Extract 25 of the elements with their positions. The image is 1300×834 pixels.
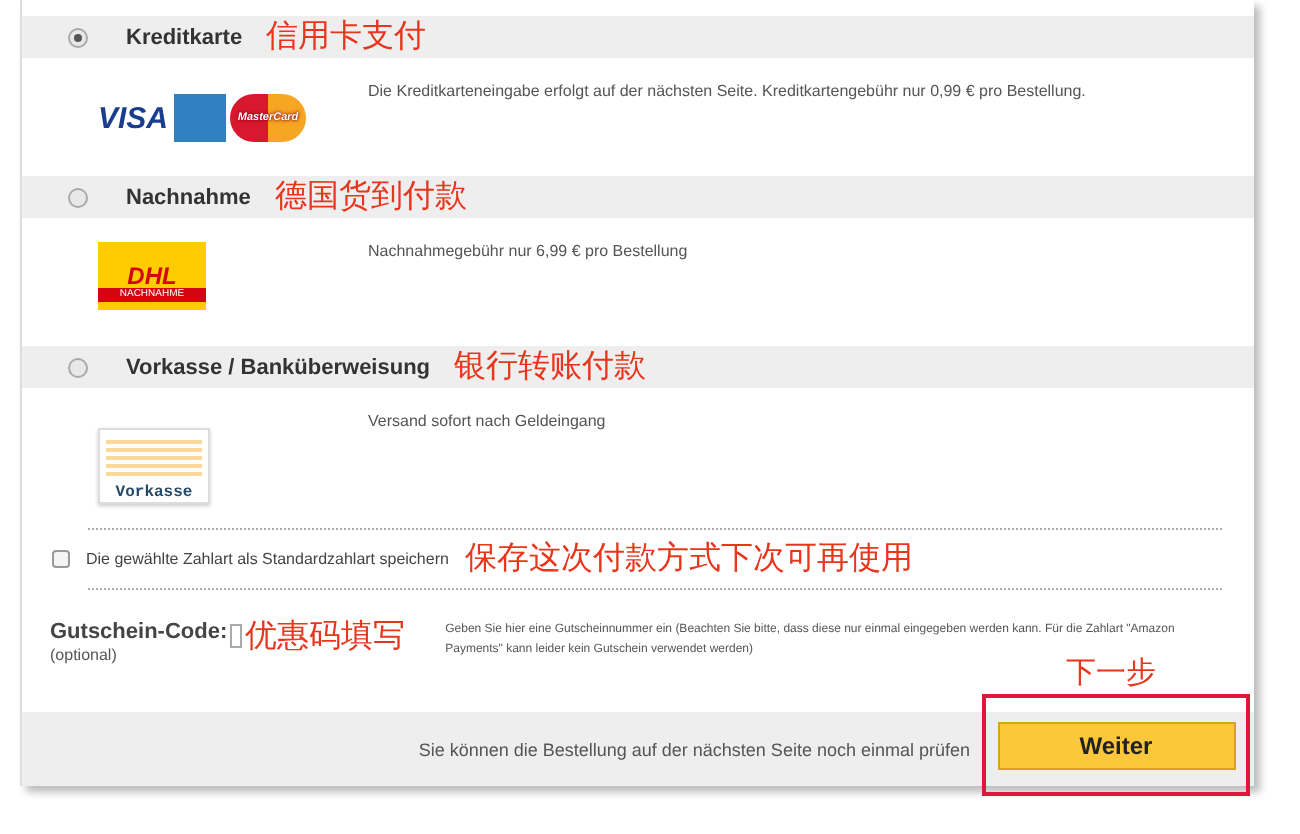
method-title: Kreditkarte bbox=[126, 25, 243, 49]
method-note: Die Kreditkarteneingabe erfolgt auf der nächsten Seite. Kreditkartengebühr nur 0,99 € pro Bestellung. bbox=[368, 82, 1086, 100]
annotation: 银行转账付款 bbox=[454, 346, 647, 388]
annotation: 优惠码填写 bbox=[245, 616, 406, 658]
radio-button[interactable] bbox=[68, 357, 88, 377]
radio-button[interactable] bbox=[68, 27, 88, 47]
annotation: 德国货到付款 bbox=[274, 176, 467, 218]
next-button[interactable]: Weiter bbox=[997, 721, 1235, 769]
method-note: Nachnahmegebühr nur 6,99 € pro Bestellung bbox=[368, 242, 688, 260]
visa-logo: VISA bbox=[98, 101, 169, 135]
transfer-form-logo: Vorkasse bbox=[98, 428, 210, 504]
radio-button[interactable] bbox=[68, 187, 88, 207]
method-title: Vorkasse / Banküberweisung bbox=[126, 355, 431, 379]
method-note: Versand sofort nach Geldeingang bbox=[368, 412, 606, 430]
checkbox-label: Die gewählte Zahlart als Standardzahlart speichern bbox=[86, 550, 449, 568]
annotation: 下一步 bbox=[1066, 655, 1156, 689]
input-field[interactable] bbox=[229, 624, 242, 648]
footer-note: Sie können die Bestellung auf der nächsten Seite noch einmal prüfen bbox=[418, 739, 970, 759]
annotation: 信用卡支付 bbox=[266, 16, 427, 58]
method-title: Nachnahme bbox=[126, 185, 251, 209]
field-sublabel: (optional) bbox=[50, 646, 119, 664]
field-label: Gutschein-Code: bbox=[50, 620, 228, 644]
amex-logo bbox=[174, 94, 227, 142]
annotation: 保存这次付款方式下次可再使用 bbox=[464, 538, 913, 580]
checkbox[interactable] bbox=[52, 550, 70, 568]
